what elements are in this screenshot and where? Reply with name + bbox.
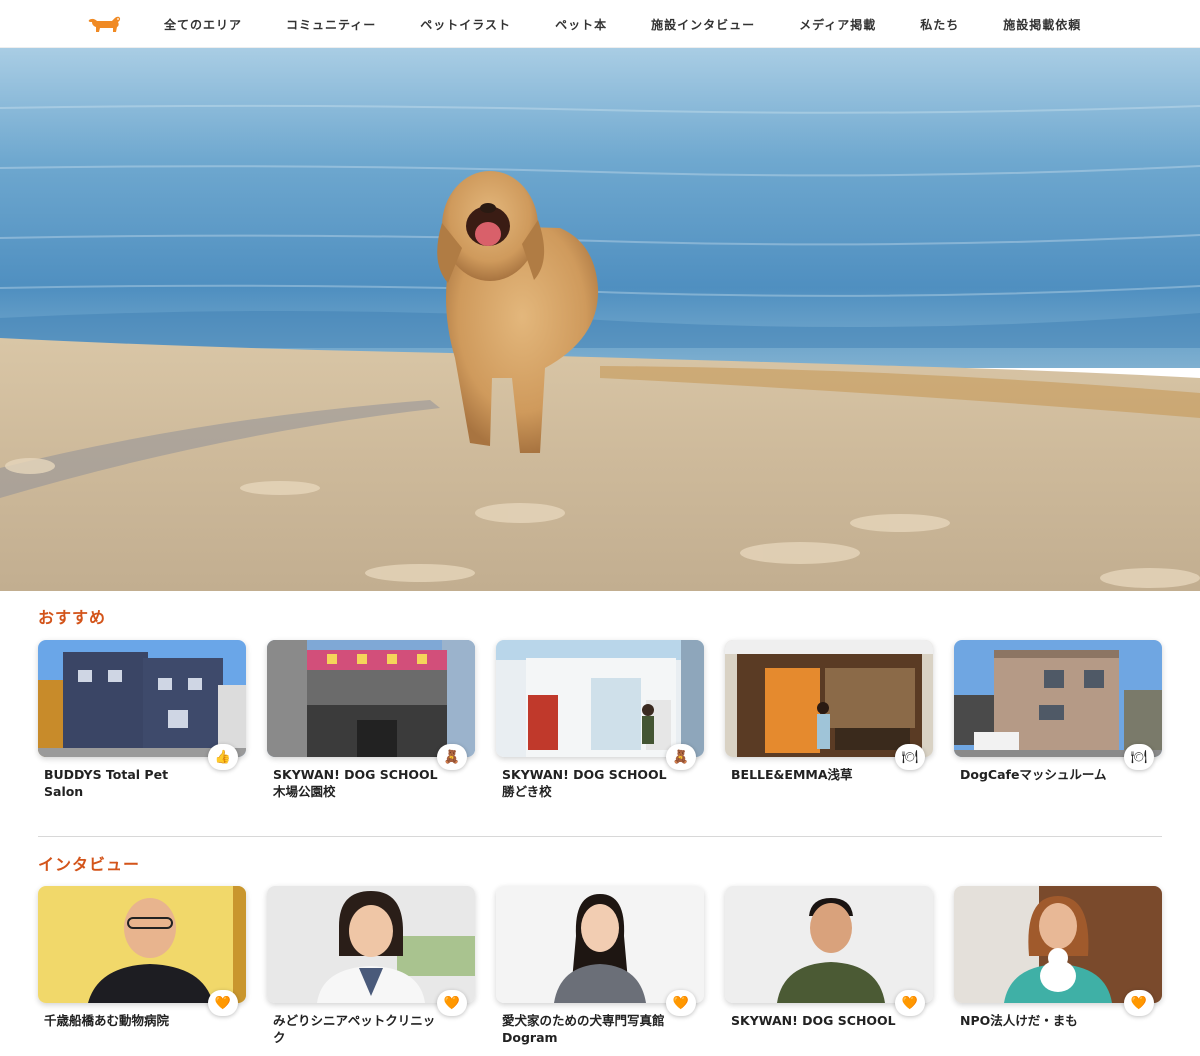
- card-thumbnail: [725, 640, 933, 757]
- card-thumbnail: [38, 886, 246, 1003]
- card-thumbnail: [725, 886, 933, 1003]
- heart-icon: 🧡: [208, 990, 238, 1016]
- nav-menu: 全てのエリア コミュニティー ペットイラスト ペット本 施設インタビュー メディ…: [164, 0, 1125, 48]
- nav-item-pet-books[interactable]: ペット本: [555, 16, 607, 33]
- interview-card[interactable]: 🧡 愛犬家のための犬専門写真館 Dogram: [496, 886, 704, 1046]
- plate-icon: 🍽: [1124, 744, 1154, 770]
- nav-item-all-areas[interactable]: 全てのエリア: [164, 16, 242, 33]
- interview-card[interactable]: 🧡 みどりシニアペットクリニック: [267, 886, 475, 1046]
- card-title: SKYWAN! DOG SCHOOL 勝どき校: [502, 767, 667, 799]
- nav-item-listing-request[interactable]: 施設掲載依頼: [1003, 16, 1081, 33]
- interview-card[interactable]: 🧡 千歳船橋あむ動物病院: [38, 886, 246, 1046]
- teddy-bear-icon: 🧸: [437, 744, 467, 770]
- nav-item-facility-interview[interactable]: 施設インタビュー: [651, 16, 755, 33]
- plate-icon: 🍽: [895, 744, 925, 770]
- card-thumbnail: [267, 640, 475, 757]
- card-thumbnail: [954, 640, 1162, 757]
- thumbs-up-icon: 👍: [208, 744, 238, 770]
- interview-card-list: 🧡 千歳船橋あむ動物病院 🧡 みどりシニアペットクリニック 🧡 愛犬家のための犬…: [38, 886, 1183, 1046]
- heart-icon: 🧡: [437, 990, 467, 1016]
- nav-item-pet-illust[interactable]: ペットイラスト: [420, 16, 511, 33]
- nav-item-media[interactable]: メディア掲載: [799, 16, 876, 33]
- card-title: みどりシニアペットクリニック: [273, 1013, 436, 1045]
- recommend-card[interactable]: 🍽 DogCafeマッシュルーム: [954, 640, 1162, 800]
- top-nav: 全てのエリア コミュニティー ペットイラスト ペット本 施設インタビュー メディ…: [0, 0, 1200, 48]
- card-thumbnail: [267, 886, 475, 1003]
- hero-image: [0, 48, 1200, 591]
- card-thumbnail: [496, 640, 704, 757]
- recommend-card-list: 👍 BUDDYS Total Pet Salon 🧸 SKYWAN! DOG S…: [38, 640, 1183, 800]
- interview-card[interactable]: 🧡 NPO法人けだ・まも: [954, 886, 1162, 1046]
- interview-card[interactable]: 🧡 SKYWAN! DOG SCHOOL: [725, 886, 933, 1046]
- recommend-card[interactable]: 🧸 SKYWAN! DOG SCHOOL 木場公園校: [267, 640, 475, 800]
- heart-icon: 🧡: [895, 990, 925, 1016]
- recommend-card[interactable]: 🧸 SKYWAN! DOG SCHOOL 勝どき校: [496, 640, 704, 800]
- heart-icon: 🧡: [666, 990, 696, 1016]
- dog-logo-icon[interactable]: [86, 11, 122, 35]
- recommend-section-title: おすすめ: [38, 608, 107, 627]
- teddy-bear-icon: 🧸: [666, 744, 696, 770]
- card-thumbnail: [954, 886, 1162, 1003]
- card-title: SKYWAN! DOG SCHOOL 木場公園校: [273, 767, 438, 799]
- card-title: BUDDYS Total Pet Salon: [44, 767, 169, 799]
- interview-section-title: インタビュー: [38, 855, 141, 874]
- nav-item-about[interactable]: 私たち: [920, 16, 959, 33]
- section-divider: [38, 836, 1162, 837]
- nav-item-community[interactable]: コミュニティー: [286, 16, 376, 33]
- card-title: 愛犬家のための犬専門写真館 Dogram: [502, 1013, 665, 1045]
- recommend-card[interactable]: 🍽 BELLE&EMMA浅草: [725, 640, 933, 800]
- heart-icon: 🧡: [1124, 990, 1154, 1016]
- recommend-card[interactable]: 👍 BUDDYS Total Pet Salon: [38, 640, 246, 800]
- card-thumbnail: [496, 886, 704, 1003]
- card-thumbnail: [38, 640, 246, 757]
